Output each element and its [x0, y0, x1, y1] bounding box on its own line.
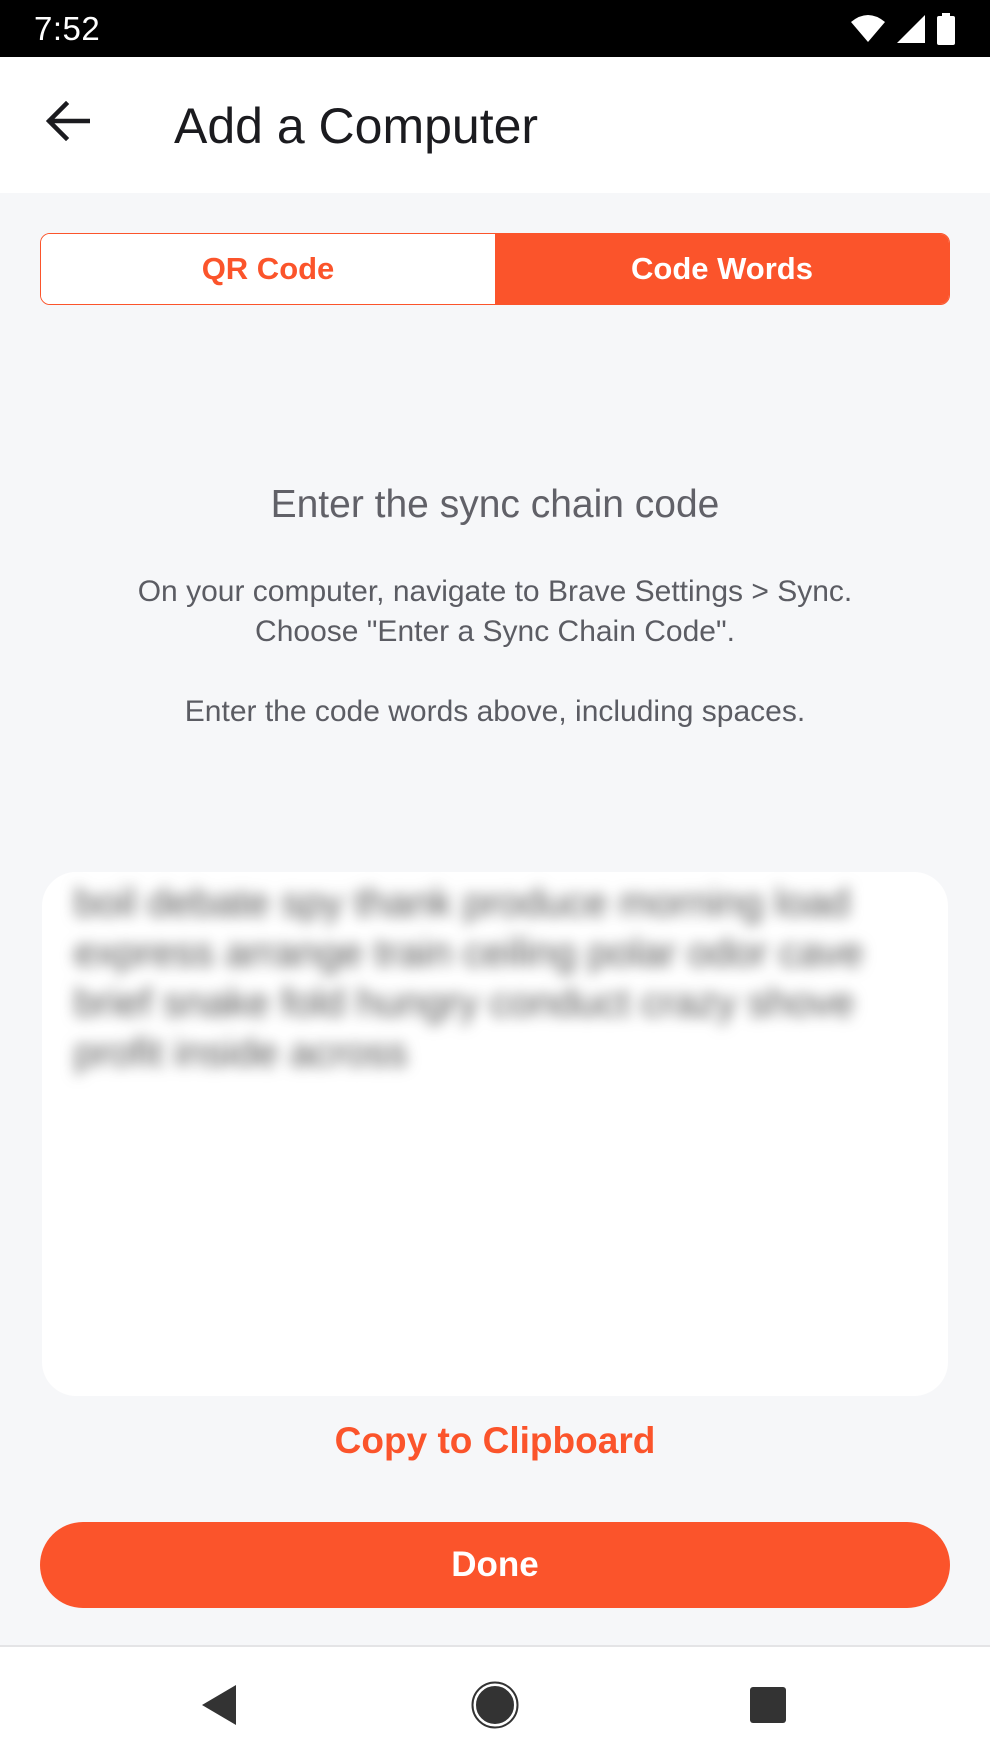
status-icons: [850, 12, 956, 45]
instructions-heading: Enter the sync chain code: [270, 483, 720, 526]
status-time: 7:52: [34, 9, 101, 47]
nav-recents-button[interactable]: [738, 1677, 798, 1737]
instructions-line-3: Enter the code words above, including sp…: [184, 695, 806, 728]
nav-home-button[interactable]: [465, 1677, 525, 1737]
wifi-icon: [850, 14, 886, 44]
code-words-text: boil debate spy thank produce morning lo…: [74, 881, 864, 1075]
nav-back-button[interactable]: [190, 1677, 250, 1737]
tab-code-words[interactable]: Code Words: [495, 234, 949, 304]
app-bar: Add a Computer: [0, 57, 990, 193]
page-title: Add a Computer: [174, 98, 539, 154]
instructions-line-2: Choose "Enter a Sync Chain Code".: [255, 615, 735, 648]
status-bar: 7:52: [0, 0, 990, 57]
battery-icon: [936, 12, 956, 45]
arrow-left-icon: [45, 100, 91, 146]
back-button[interactable]: [36, 91, 100, 155]
home-circle-icon: [471, 1681, 519, 1734]
copy-to-clipboard-link[interactable]: Copy to Clipboard: [0, 1420, 990, 1462]
code-words-box[interactable]: boil debate spy thank produce morning lo…: [42, 872, 948, 1396]
screen: 7:52 Add a Computer QR Code Code Words E…: [0, 0, 990, 1760]
done-button[interactable]: Done: [40, 1522, 950, 1608]
system-nav-bar: [0, 1645, 990, 1760]
tab-qr-code[interactable]: QR Code: [41, 234, 495, 304]
instructions-text: On your computer, navigate to Brave Sett…: [0, 572, 990, 652]
instructions-line-1: On your computer, navigate to Brave Sett…: [137, 575, 853, 608]
recents-square-icon: [748, 1685, 788, 1730]
signal-icon: [896, 14, 926, 44]
back-triangle-icon: [200, 1683, 240, 1732]
tab-switcher: QR Code Code Words: [40, 233, 950, 305]
